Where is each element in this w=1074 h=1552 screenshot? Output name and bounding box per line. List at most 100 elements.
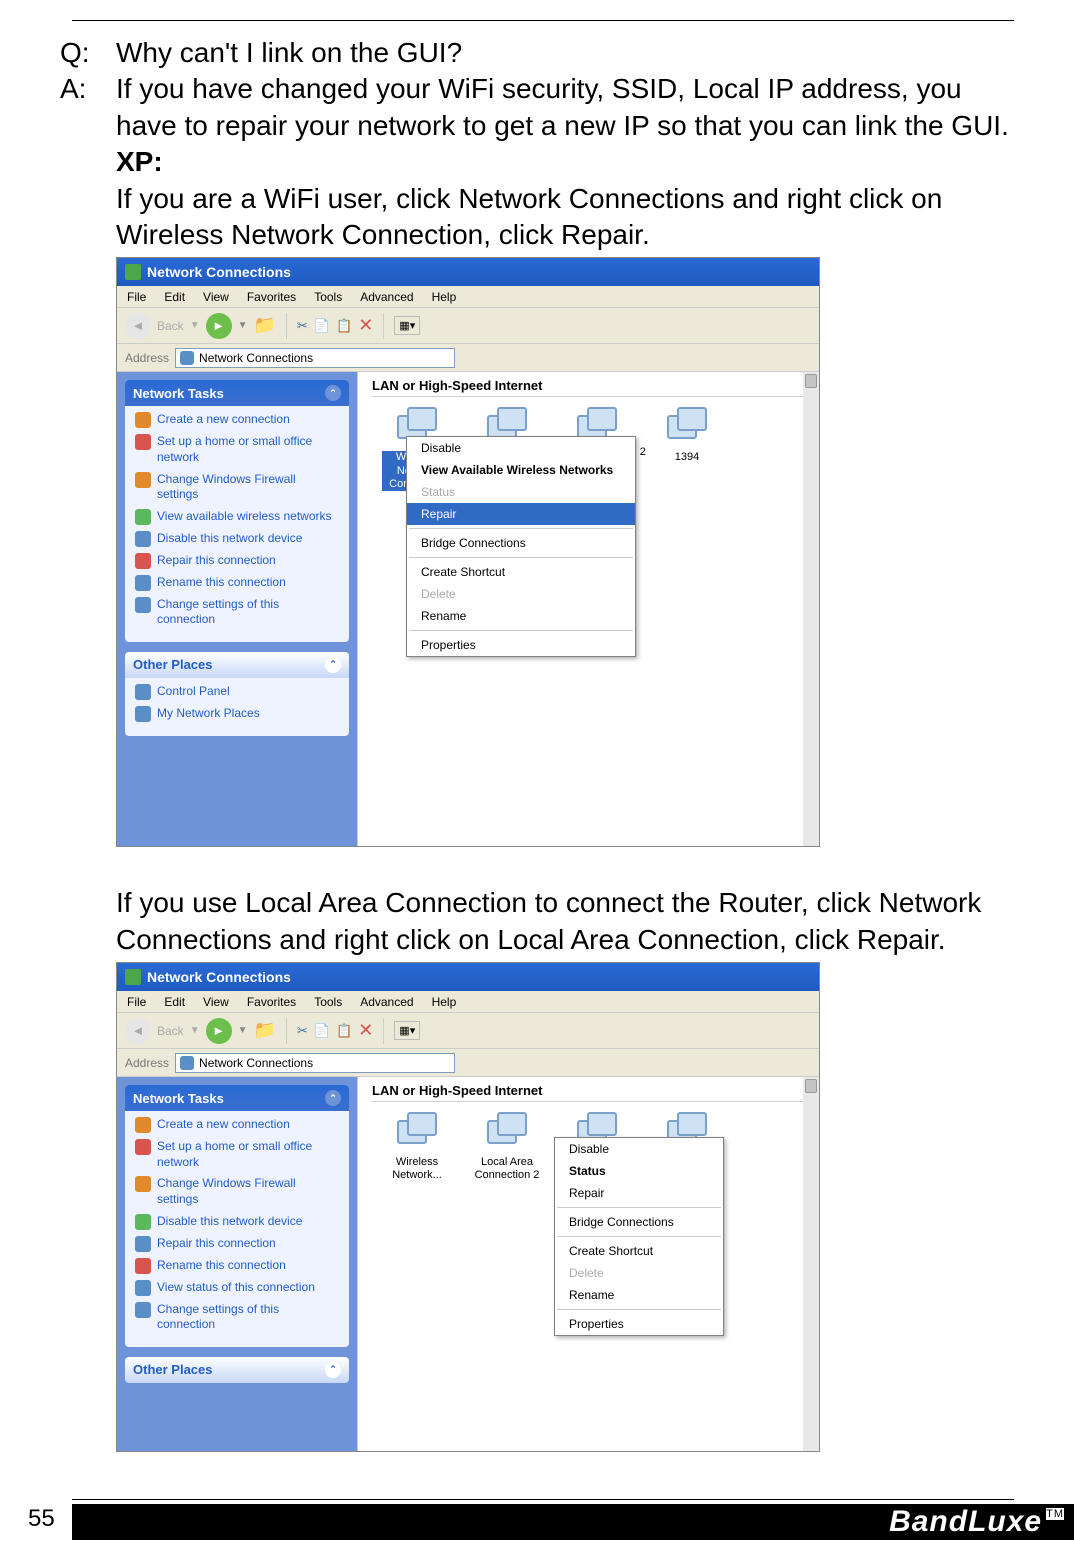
- menubar[interactable]: File Edit View Favorites Tools Advanced Help: [117, 991, 819, 1013]
- connection-icon[interactable]: Wireless Network...: [382, 1112, 452, 1182]
- other-places-header[interactable]: Other Places ⌃: [125, 652, 349, 678]
- connection-icon[interactable]: Local Area Connection 2: [472, 1112, 542, 1182]
- task-link[interactable]: Create a new connection: [135, 1117, 339, 1133]
- connection-icon[interactable]: 1394: [652, 407, 722, 491]
- page-footer: 55 BandLuxeTM: [0, 1499, 1074, 1540]
- task-icon: [135, 472, 151, 488]
- views-button[interactable]: ▦▾: [394, 1021, 420, 1040]
- window-titlebar[interactable]: Network Connections: [117, 258, 819, 286]
- task-link[interactable]: Set up a home or small office network: [135, 1139, 339, 1170]
- context-menu-item[interactable]: Properties: [555, 1313, 723, 1335]
- task-label: Set up a home or small office network: [157, 434, 339, 465]
- delete-button[interactable]: ✕: [358, 315, 373, 336]
- network-tasks-header[interactable]: Network Tasks ⌃: [125, 380, 349, 406]
- menu-edit[interactable]: Edit: [164, 995, 185, 1009]
- menu-file[interactable]: File: [127, 995, 146, 1009]
- fwd-dropdown-icon[interactable]: ▼: [238, 320, 248, 331]
- context-menu-item[interactable]: Rename: [407, 605, 635, 627]
- task-link[interactable]: Set up a home or small office network: [135, 434, 339, 465]
- context-menu-item[interactable]: Bridge Connections: [407, 532, 635, 554]
- place-link[interactable]: Control Panel: [135, 684, 339, 700]
- up-folder-button[interactable]: 📁: [254, 315, 276, 336]
- scrollbar[interactable]: [803, 372, 819, 846]
- other-places-header[interactable]: Other Places ⌃: [125, 1357, 349, 1383]
- menu-file[interactable]: File: [127, 290, 146, 304]
- paste-button[interactable]: 📋: [336, 1023, 352, 1039]
- menu-view[interactable]: View: [203, 995, 229, 1009]
- context-menu-item[interactable]: Disable: [555, 1138, 723, 1160]
- collapse-icon[interactable]: ⌃: [325, 657, 341, 673]
- page-number: 55: [28, 1505, 55, 1533]
- task-link[interactable]: Rename this connection: [135, 1258, 339, 1274]
- context-menu-item[interactable]: Status: [555, 1160, 723, 1182]
- task-link[interactable]: Repair this connection: [135, 553, 339, 569]
- task-icon: [135, 1236, 151, 1252]
- forward-button[interactable]: ►: [206, 313, 232, 339]
- back-button[interactable]: ◄: [125, 313, 151, 339]
- menubar[interactable]: File Edit View Favorites Tools Advanced Help: [117, 286, 819, 308]
- window-titlebar[interactable]: Network Connections: [117, 963, 819, 991]
- back-dropdown-icon[interactable]: ▼: [190, 1025, 200, 1036]
- menu-help[interactable]: Help: [432, 995, 457, 1009]
- context-menu[interactable]: DisableStatusRepair Bridge Connections Cre…: [554, 1137, 724, 1336]
- context-menu-item[interactable]: Repair: [555, 1182, 723, 1204]
- menu-separator: [557, 1207, 721, 1208]
- task-link[interactable]: Change Windows Firewall settings: [135, 1176, 339, 1207]
- paste-button[interactable]: 📋: [336, 318, 352, 334]
- task-link[interactable]: Change settings of this connection: [135, 1302, 339, 1333]
- cut-button[interactable]: ✂: [297, 1023, 308, 1039]
- address-field[interactable]: Network Connections: [175, 348, 455, 368]
- collapse-icon[interactable]: ⌃: [325, 385, 341, 401]
- context-menu-item[interactable]: Repair: [407, 503, 635, 525]
- context-menu[interactable]: DisableView Available Wireless NetworksS…: [406, 436, 636, 657]
- menu-favorites[interactable]: Favorites: [247, 995, 296, 1009]
- task-label: Change settings of this connection: [157, 597, 339, 628]
- menu-separator: [409, 557, 633, 558]
- task-link[interactable]: Change settings of this connection: [135, 597, 339, 628]
- xp-heading: XP:: [60, 144, 1014, 180]
- task-link[interactable]: Rename this connection: [135, 575, 339, 591]
- context-menu-item[interactable]: View Available Wireless Networks: [407, 459, 635, 481]
- back-dropdown-icon[interactable]: ▼: [190, 320, 200, 331]
- menu-favorites[interactable]: Favorites: [247, 290, 296, 304]
- menu-advanced[interactable]: Advanced: [360, 995, 413, 1009]
- up-folder-button[interactable]: 📁: [254, 1020, 276, 1041]
- top-rule: [72, 20, 1014, 21]
- menu-separator: [557, 1236, 721, 1237]
- place-icon: [135, 684, 151, 700]
- copy-button[interactable]: 📄: [314, 318, 330, 334]
- context-menu-item[interactable]: Properties: [407, 634, 635, 656]
- context-menu-item[interactable]: Create Shortcut: [407, 561, 635, 583]
- back-button[interactable]: ◄: [125, 1018, 151, 1044]
- fwd-dropdown-icon[interactable]: ▼: [238, 1025, 248, 1036]
- menu-help[interactable]: Help: [432, 290, 457, 304]
- forward-button[interactable]: ►: [206, 1018, 232, 1044]
- network-tasks-header[interactable]: Network Tasks ⌃: [125, 1085, 349, 1111]
- task-link[interactable]: Create a new connection: [135, 412, 339, 428]
- task-link[interactable]: View status of this connection: [135, 1280, 339, 1296]
- context-menu-item[interactable]: Create Shortcut: [555, 1240, 723, 1262]
- task-link[interactable]: Change Windows Firewall settings: [135, 472, 339, 503]
- scrollbar[interactable]: [803, 1077, 819, 1451]
- menu-tools[interactable]: Tools: [314, 290, 342, 304]
- task-link[interactable]: Disable this network device: [135, 1214, 339, 1230]
- menu-tools[interactable]: Tools: [314, 995, 342, 1009]
- cut-button[interactable]: ✂: [297, 318, 308, 334]
- copy-button[interactable]: 📄: [314, 1023, 330, 1039]
- menu-view[interactable]: View: [203, 290, 229, 304]
- context-menu-item[interactable]: Rename: [555, 1284, 723, 1306]
- menu-edit[interactable]: Edit: [164, 290, 185, 304]
- views-button[interactable]: ▦▾: [394, 316, 420, 335]
- place-link[interactable]: My Network Places: [135, 706, 339, 722]
- task-link[interactable]: Disable this network device: [135, 531, 339, 547]
- task-link[interactable]: Repair this connection: [135, 1236, 339, 1252]
- task-link[interactable]: View available wireless networks: [135, 509, 339, 525]
- context-menu-item[interactable]: Bridge Connections: [555, 1211, 723, 1233]
- place-label: Control Panel: [157, 684, 230, 700]
- collapse-icon[interactable]: ⌃: [325, 1090, 341, 1106]
- address-field[interactable]: Network Connections: [175, 1053, 455, 1073]
- delete-button[interactable]: ✕: [358, 1020, 373, 1041]
- collapse-icon[interactable]: ⌃: [325, 1362, 341, 1378]
- menu-advanced[interactable]: Advanced: [360, 290, 413, 304]
- context-menu-item[interactable]: Disable: [407, 437, 635, 459]
